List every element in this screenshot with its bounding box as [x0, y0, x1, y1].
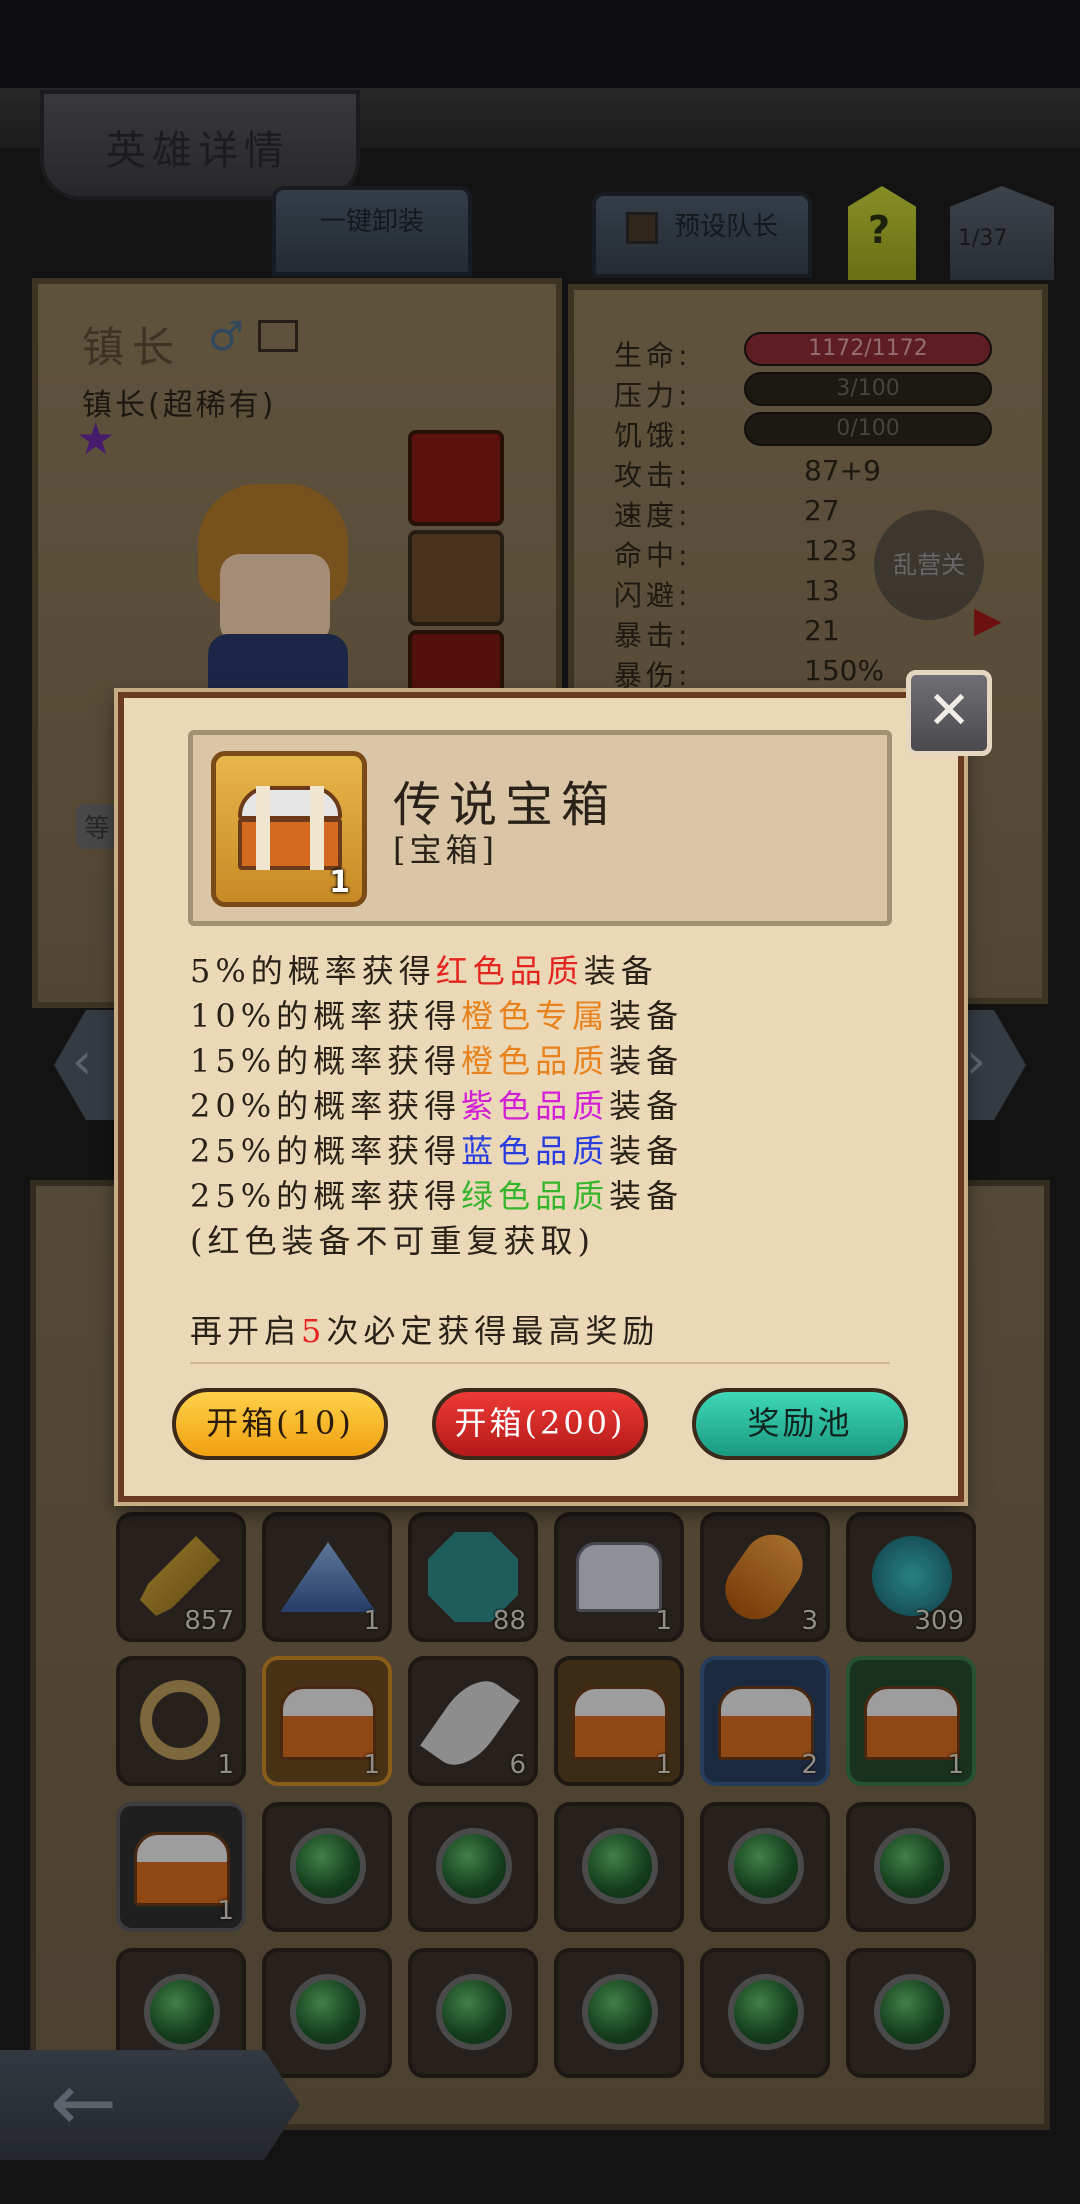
- item-card: 1 传说宝箱 [宝箱]: [188, 730, 892, 926]
- item-icon-frame: 1: [211, 751, 367, 907]
- odds-note: (红色装备不可重复获取): [190, 1222, 595, 1260]
- odds-suffix: 装备: [583, 952, 658, 990]
- odds-prefix: 25%的概率获得: [190, 1177, 462, 1215]
- odds-prefix: 10%的概率获得: [190, 997, 462, 1035]
- item-quantity: 1: [329, 865, 350, 900]
- guarantee-suffix: 次必定获得最高奖励: [326, 1312, 660, 1350]
- odds-prefix: 15%的概率获得: [190, 1042, 462, 1080]
- item-type: [宝箱]: [393, 831, 498, 869]
- close-x-icon: ✕: [927, 681, 971, 741]
- odds-suffix: 装备: [609, 1132, 684, 1170]
- odds-highlight: 橙色品质: [461, 1042, 610, 1080]
- odds-suffix: 装备: [609, 997, 684, 1035]
- close-button[interactable]: ✕: [906, 670, 992, 756]
- odds-suffix: 装备: [609, 1087, 684, 1125]
- open-200-label: 开箱(200): [454, 1404, 626, 1442]
- odds-highlight: 橙色专属: [461, 997, 610, 1035]
- divider: [190, 1362, 890, 1364]
- odds-prefix: 5%的概率获得: [190, 952, 436, 990]
- odds-line: 20%的概率获得紫色品质装备: [190, 1081, 683, 1127]
- legend-chest-icon: [238, 786, 342, 870]
- guarantee-count: 5: [301, 1312, 327, 1350]
- odds-line: 25%的概率获得蓝色品质装备: [190, 1126, 683, 1172]
- odds-highlight: 红色品质: [435, 952, 584, 990]
- odds-suffix: 装备: [609, 1042, 684, 1080]
- odds-highlight: 紫色品质: [461, 1087, 610, 1125]
- reward-pool-label: 奖励池: [747, 1404, 853, 1442]
- open-200-button[interactable]: 开箱(200): [432, 1388, 648, 1460]
- odds-line: 10%的概率获得橙色专属装备: [190, 991, 683, 1037]
- odds-line: 15%的概率获得橙色品质装备: [190, 1036, 683, 1082]
- open-10-label: 开箱(10): [206, 1404, 354, 1442]
- odds-highlight: 蓝色品质: [461, 1132, 610, 1170]
- odds-line: 5%的概率获得红色品质装备: [190, 946, 658, 992]
- odds-suffix: 装备: [609, 1177, 684, 1215]
- guarantee-prefix: 再开启: [190, 1312, 302, 1350]
- odds-line: 25%的概率获得绿色品质装备: [190, 1171, 683, 1217]
- open-10-button[interactable]: 开箱(10): [172, 1388, 388, 1460]
- reward-pool-button[interactable]: 奖励池: [692, 1388, 908, 1460]
- odds-prefix: 20%的概率获得: [190, 1087, 462, 1125]
- odds-highlight: 绿色品质: [461, 1177, 610, 1215]
- guarantee-text: 再开启5次必定获得最高奖励: [190, 1306, 659, 1352]
- odds-prefix: 25%的概率获得: [190, 1132, 462, 1170]
